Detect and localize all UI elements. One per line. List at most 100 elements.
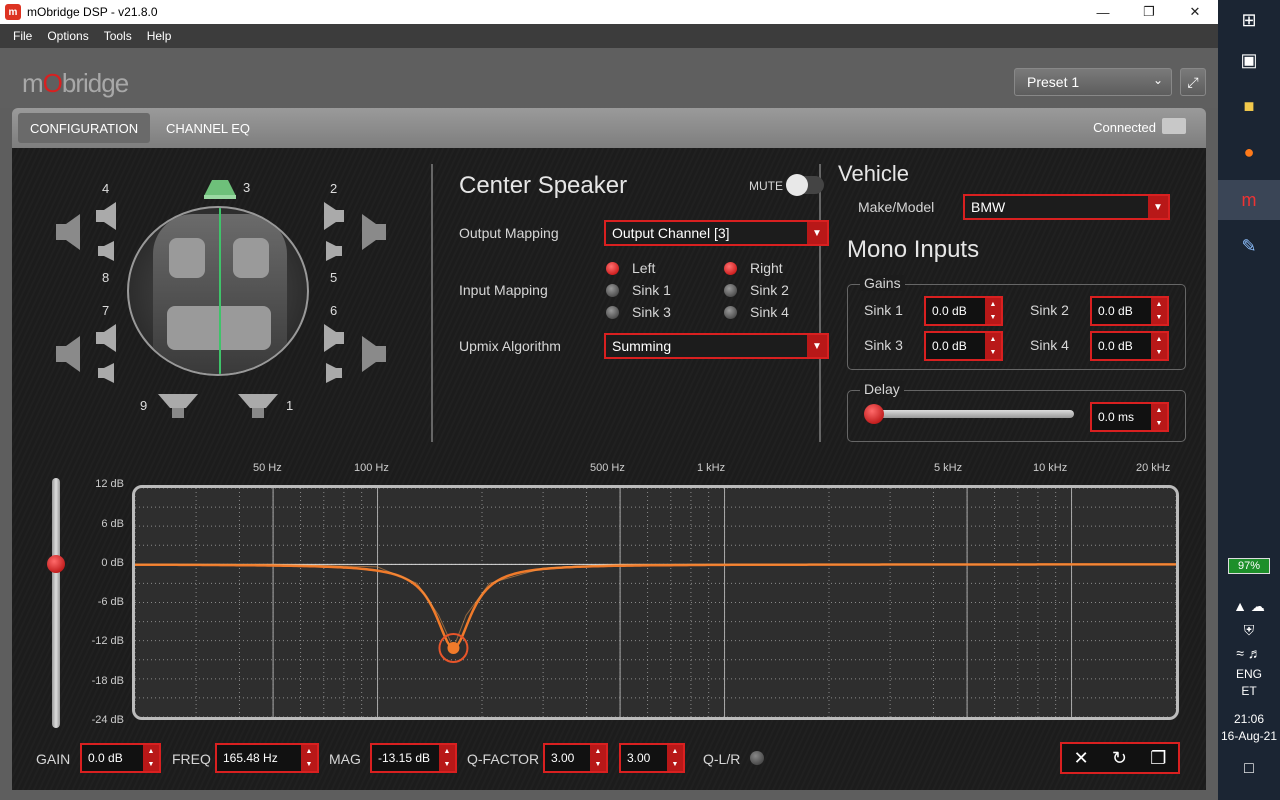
expand-icon: ⤢ — [1187, 73, 1199, 90]
input-left-label: Left — [632, 260, 656, 276]
security-icon[interactable]: ⛨ — [1218, 622, 1280, 639]
input-sink3-radio[interactable]: Sink 3 — [606, 304, 671, 320]
spin-down-icon[interactable]: ▼ — [1151, 311, 1167, 324]
input-sink1-radio[interactable]: Sink 1 — [606, 282, 671, 298]
spin-up-icon[interactable]: ▲ — [1151, 298, 1167, 311]
menu-options[interactable]: Options — [44, 27, 91, 45]
firefox-icon[interactable]: ● — [1218, 132, 1280, 172]
maximize-button[interactable]: ❐ — [1126, 0, 1172, 24]
spin-down-icon[interactable]: ▼ — [667, 758, 683, 771]
gain-sink1-spinbox[interactable]: 0.0 dB ▲ ▼ — [924, 296, 1003, 326]
tab-configuration[interactable]: CONFIGURATION — [18, 113, 151, 143]
spin-down-icon[interactable]: ▼ — [1151, 346, 1167, 359]
battery-indicator[interactable]: 97% — [1228, 558, 1270, 574]
freq-spinbox[interactable]: 165.48 Hz ▲ ▼ — [215, 743, 319, 773]
speaker-6-right-icon[interactable] — [362, 334, 388, 374]
spin-up-icon[interactable]: ▲ — [439, 745, 455, 758]
gain-sink4-spinbox[interactable]: 0.0 dB ▲ ▼ — [1090, 331, 1169, 361]
spin-up-icon[interactable]: ▲ — [1151, 333, 1167, 346]
rear-speaker-9-icon[interactable] — [156, 392, 200, 422]
mag-spinbox[interactable]: -13.15 dB ▲ ▼ — [370, 743, 457, 773]
spin-up-icon[interactable]: ▲ — [1151, 404, 1167, 417]
eq-band-handle[interactable] — [447, 641, 460, 654]
tweeter-7-icon[interactable] — [96, 322, 118, 354]
fullscreen-button[interactable]: ⤢ — [1180, 68, 1206, 96]
center-speaker-icon[interactable] — [202, 176, 238, 200]
upmix-algorithm-dropdown[interactable]: Summing ▼ — [604, 333, 829, 359]
spin-down-icon[interactable]: ▼ — [985, 311, 1001, 324]
spin-down-icon[interactable]: ▼ — [439, 758, 455, 771]
delay-slider-track[interactable] — [866, 410, 1074, 418]
tweeter-6b-icon[interactable] — [326, 362, 344, 384]
speaker-7-left-icon[interactable] — [56, 334, 82, 374]
input-sink4-radio[interactable]: Sink 4 — [724, 304, 789, 320]
clock-date[interactable]: 16-Aug-21 — [1218, 729, 1280, 743]
spin-up-icon[interactable]: ▲ — [667, 745, 683, 758]
speaker-4-left-icon[interactable] — [56, 212, 82, 252]
speaker-2-right-icon[interactable] — [362, 212, 388, 252]
spin-up-icon[interactable]: ▲ — [143, 745, 159, 758]
tweeter-4-icon[interactable] — [96, 200, 118, 232]
spin-down-icon[interactable]: ▼ — [590, 758, 606, 771]
delay-slider-handle[interactable] — [864, 404, 884, 424]
task-view-icon[interactable]: ▣ — [1218, 40, 1280, 80]
q-factor-left-spinbox[interactable]: 3.00 ▲ ▼ — [543, 743, 608, 773]
q-lr-toggle[interactable] — [750, 751, 764, 765]
spin-up-icon[interactable]: ▲ — [985, 298, 1001, 311]
db-label-minus18: -18 dB — [91, 675, 124, 687]
gain-sink3-spinbox[interactable]: 0.0 dB ▲ ▼ — [924, 331, 1003, 361]
master-gain-slider-track[interactable] — [52, 478, 60, 728]
tweeter-6-icon[interactable] — [324, 322, 346, 354]
tweeter-5-icon[interactable] — [326, 240, 344, 262]
make-model-dropdown[interactable]: BMW ▼ — [963, 194, 1170, 220]
spin-up-icon[interactable]: ▲ — [301, 745, 317, 758]
spin-up-icon[interactable]: ▲ — [590, 745, 606, 758]
rear-speaker-1-icon[interactable] — [236, 392, 280, 422]
menu-tools[interactable]: Tools — [101, 27, 135, 45]
tweeter-7b-icon[interactable] — [98, 362, 116, 384]
file-explorer-icon[interactable]: ■ — [1218, 86, 1280, 126]
master-gain-slider-handle[interactable] — [47, 555, 65, 573]
notifications-icon[interactable]: □ — [1218, 760, 1280, 778]
spin-down-icon[interactable]: ▼ — [1151, 417, 1167, 430]
input-sink2-label: Sink 2 — [750, 282, 789, 298]
input-right-radio[interactable]: Right — [724, 260, 783, 276]
mute-toggle[interactable] — [786, 174, 824, 196]
windows-start-icon[interactable]: ⊞ — [1218, 0, 1280, 40]
menu-bar: File Options Tools Help — [0, 24, 1218, 48]
spin-down-icon[interactable]: ▼ — [301, 758, 317, 771]
divider-right — [819, 164, 821, 442]
spin-down-icon[interactable]: ▼ — [143, 758, 159, 771]
menu-file[interactable]: File — [10, 27, 35, 45]
spin-up-icon[interactable]: ▲ — [985, 333, 1001, 346]
preset-dropdown[interactable]: Preset 1 ⌄ — [1014, 68, 1172, 96]
mobridge-taskbar-icon[interactable]: m — [1218, 180, 1280, 220]
input-left-radio[interactable]: Left — [606, 260, 655, 276]
tweeter-8-icon[interactable] — [98, 240, 116, 262]
tray-icons[interactable]: ▲ ☁ — [1218, 598, 1280, 615]
language-secondary[interactable]: ET — [1218, 684, 1280, 698]
close-icon[interactable]: ✕ — [1074, 748, 1089, 769]
minimize-button[interactable]: — — [1080, 0, 1126, 24]
close-button[interactable]: ✕ — [1172, 0, 1218, 24]
delay-spinbox[interactable]: 0.0 ms ▲ ▼ — [1090, 402, 1169, 432]
mag-label: MAG — [329, 751, 361, 767]
paint-icon[interactable]: ✎ — [1218, 226, 1280, 266]
output-mapping-dropdown[interactable]: Output Channel [3] ▼ — [604, 220, 829, 246]
copy-icon[interactable]: ❐ — [1150, 748, 1166, 769]
gain-sink2-spinbox[interactable]: 0.0 dB ▲ ▼ — [1090, 296, 1169, 326]
eq-graph-svg[interactable] — [135, 488, 1176, 717]
spin-down-icon[interactable]: ▼ — [985, 346, 1001, 359]
tweeter-2-icon[interactable] — [324, 200, 346, 232]
q-factor-right-spinbox[interactable]: 3.00 ▲ ▼ — [619, 743, 685, 773]
preset-value: Preset 1 — [1027, 74, 1080, 90]
tab-channel-eq[interactable]: CHANNEL EQ — [160, 113, 256, 143]
eq-graph[interactable] — [132, 485, 1179, 720]
wifi-volume-icon[interactable]: ≈ ♬ — [1218, 645, 1280, 661]
menu-help[interactable]: Help — [144, 27, 175, 45]
clock-time[interactable]: 21:06 — [1218, 712, 1280, 726]
language-primary[interactable]: ENG — [1218, 667, 1280, 681]
reset-icon[interactable]: ↻ — [1112, 748, 1127, 769]
gain-spinbox[interactable]: 0.0 dB ▲ ▼ — [80, 743, 161, 773]
input-sink2-radio[interactable]: Sink 2 — [724, 282, 789, 298]
